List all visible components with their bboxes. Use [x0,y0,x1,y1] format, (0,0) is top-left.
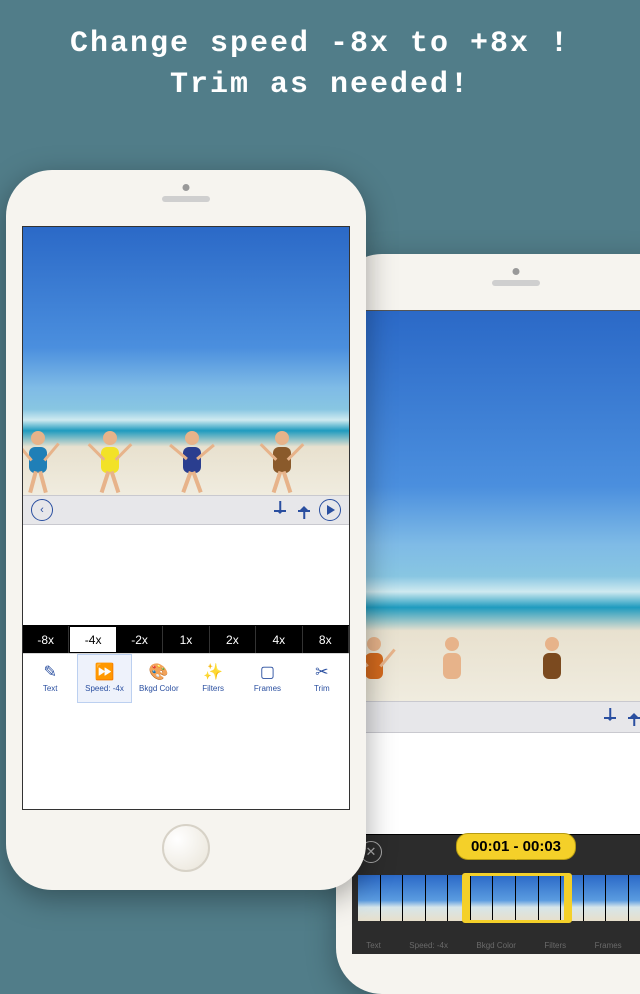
speed-option[interactable]: -2x [117,626,163,653]
palette-icon: 🎨 [149,665,169,681]
player-controls-bar [353,701,640,733]
speed-option[interactable]: 2x [210,626,256,653]
speed-option[interactable]: 4x [256,626,302,653]
shrink-icon[interactable] [601,708,619,726]
phone-mockup-trim: ✕ 00:01 - 00:03 Text Speed: -4x Bkgd Col… [336,254,640,994]
trim-filmstrip[interactable] [358,875,640,921]
editor-toolbar: ✎ Text ⏩ Speed: -4x 🎨 Bkgd Color ✨ Filte… [23,653,349,703]
speed-icon: ⏩ [95,665,115,681]
shrink-icon[interactable] [271,501,289,519]
tool-speed[interactable]: ⏩ Speed: -4x [77,654,131,703]
headline-line1: Change speed -8x to +8x ! [20,24,620,65]
trim-range-badge: 00:01 - 00:03 [456,833,576,860]
trim-panel: ✕ 00:01 - 00:03 Text Speed: -4x Bkgd Col… [352,834,640,954]
speed-options-row: -8x -4x -2x 1x 2x 4x 8x [23,625,349,653]
speed-option-selected[interactable]: -4x [69,626,116,653]
speed-option[interactable]: -8x [23,626,69,653]
video-preview [353,311,640,701]
magic-wand-icon: ✨ [203,665,223,681]
speaker-icon [162,196,210,202]
scissors-icon: ✂ [315,665,328,681]
tool-label: Trim [314,684,330,693]
expand-icon[interactable] [295,501,313,519]
tool-label: Filters [202,684,224,693]
tool-frames[interactable]: ▢ Frames [240,654,294,703]
screen-trim [352,310,640,914]
video-preview [23,227,349,495]
phone-mockup-speed: ‹ -8x -4x -2x 1x 2x 4x 8x ✎ Text ⏩ Speed… [6,170,366,890]
speed-option[interactable]: 8x [303,626,349,653]
tool-text[interactable]: ✎ Text [23,654,77,703]
frame-icon: ▢ [260,665,275,681]
play-button[interactable] [319,499,341,521]
tool-bkgd-color[interactable]: 🎨 Bkgd Color [132,654,186,703]
trim-bottom-labels: Text Speed: -4x Bkgd Color Filters Frame… [352,941,640,950]
tool-trim[interactable]: ✂ Trim [295,654,349,703]
screen-speed: ‹ -8x -4x -2x 1x 2x 4x 8x ✎ Text ⏩ Speed… [22,226,350,810]
pencil-icon: ✎ [43,665,56,681]
speaker-icon [492,280,540,286]
promo-headline: Change speed -8x to +8x ! Trim as needed… [0,0,640,115]
tool-label: Frames [254,684,281,693]
tool-label: Text [43,684,58,693]
home-button-icon [162,824,210,872]
speed-option[interactable]: 1x [163,626,209,653]
tool-filters[interactable]: ✨ Filters [186,654,240,703]
camera-dot-icon [513,268,520,275]
back-button[interactable]: ‹ [31,499,53,521]
expand-icon[interactable] [625,708,640,726]
tool-label: Speed: -4x [85,684,124,693]
tool-label: Bkgd Color [139,684,179,693]
camera-dot-icon [183,184,190,191]
headline-line2: Trim as needed! [20,65,620,106]
player-controls-bar: ‹ [23,495,349,525]
